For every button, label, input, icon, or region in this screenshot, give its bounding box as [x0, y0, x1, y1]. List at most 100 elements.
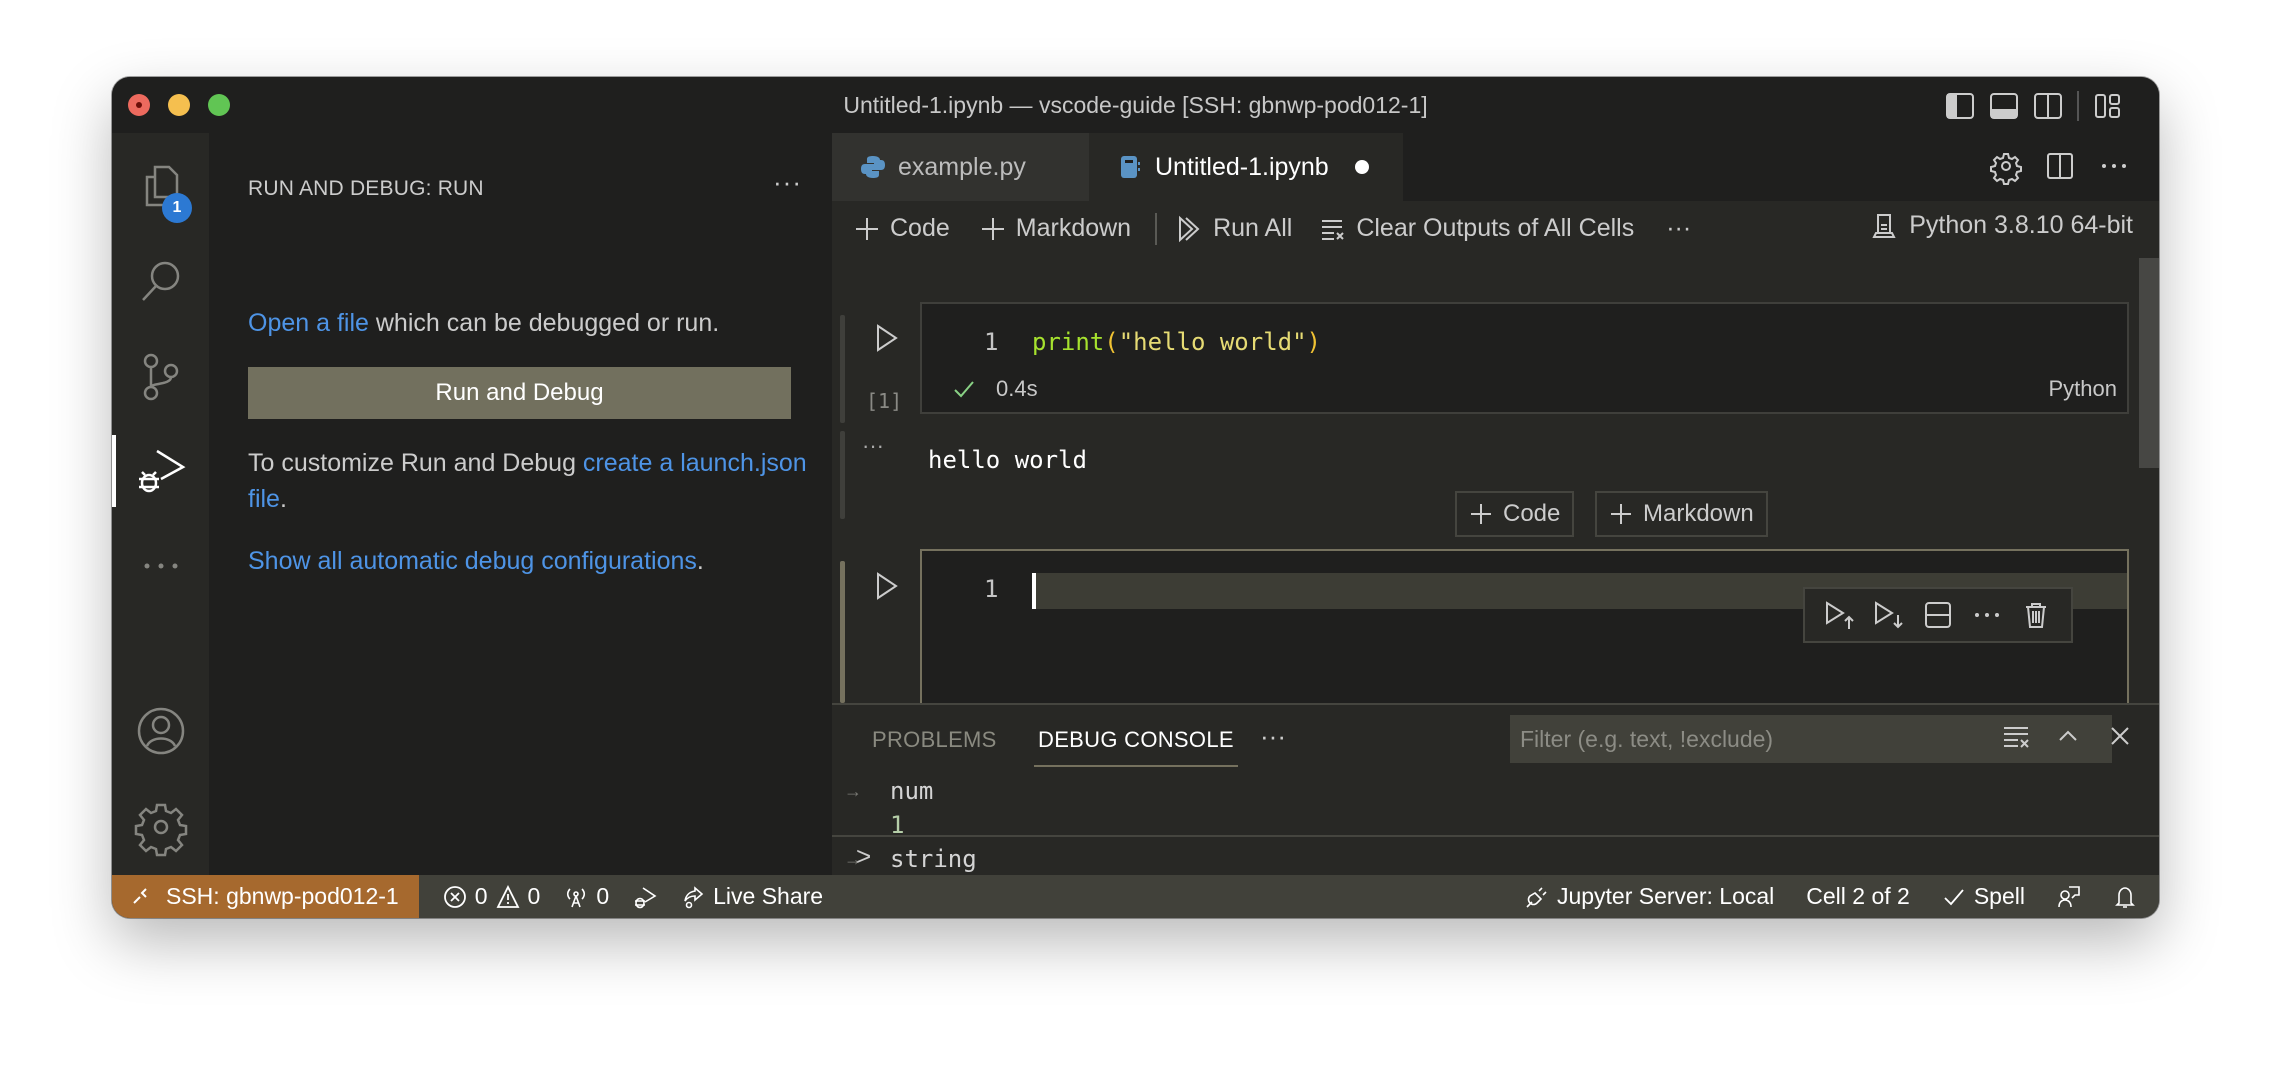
- execute-above-icon[interactable]: [1824, 599, 1856, 631]
- search-icon: [141, 261, 179, 301]
- sidebar-more-actions-button[interactable]: ···: [773, 167, 802, 198]
- editor-actions: [1990, 151, 2129, 185]
- kernel-picker[interactable]: Python 3.8.10 64-bit: [1871, 211, 2133, 240]
- activity-run-and-debug[interactable]: [112, 431, 209, 511]
- more-icon[interactable]: [1971, 599, 2003, 631]
- toggle-panel-icon[interactable]: [1989, 92, 2019, 120]
- jupyter-label: Jupyter Server: Local: [1556, 883, 1775, 909]
- open-file-link[interactable]: Open a file: [248, 309, 369, 337]
- run-cell-button[interactable]: [872, 571, 902, 601]
- customize-text: To customize Run and Debug: [248, 449, 583, 477]
- open-file-text: which can be debugged or run.: [368, 309, 720, 337]
- split-editor-icon[interactable]: [2045, 151, 2075, 181]
- clear-console-icon[interactable]: [2001, 721, 2031, 751]
- insert-code-cell-button[interactable]: Code: [1455, 491, 1575, 537]
- tab-untitled-ipynb[interactable]: Untitled-1.ipynb: [1089, 133, 1403, 201]
- code-cell-1[interactable]: 1 print("hello world") 0.4s Python: [920, 302, 2129, 414]
- toolbar-more-button[interactable]: ···: [1666, 214, 1691, 243]
- panel-more-button[interactable]: ···: [1260, 721, 1286, 752]
- activity-explorer[interactable]: 1: [112, 147, 209, 227]
- title-bar: Untitled-1.ipynb — vscode-guide [SSH: gb…: [112, 77, 2159, 133]
- add-code-cell-button[interactable]: Code: [854, 214, 950, 243]
- check-icon: [1944, 888, 1964, 905]
- remote-indicator[interactable]: SSH: gbnwp-pod012-1: [112, 875, 419, 918]
- split-cell-icon[interactable]: [1922, 599, 1954, 631]
- plug-icon: [1526, 886, 1547, 908]
- debug-status[interactable]: [633, 885, 657, 909]
- plus-icon: [856, 217, 878, 240]
- more-label: ···: [1666, 214, 1692, 242]
- output-focus-bar: [840, 431, 845, 519]
- ports-status[interactable]: 0: [564, 883, 609, 910]
- cell-position[interactable]: Cell 2 of 2: [1806, 883, 1910, 910]
- run-all-button[interactable]: Run All: [1177, 214, 1292, 243]
- clear-outputs-button[interactable]: Clear Outputs of All Cells: [1320, 214, 1634, 243]
- vscode-window: Untitled-1.ipynb — vscode-guide [SSH: gb…: [112, 77, 2159, 918]
- debug-icon: [138, 449, 185, 493]
- tab-example-py[interactable]: example.py: [832, 133, 1089, 201]
- open-file-paragraph: Open a file which can be debugged or run…: [248, 305, 808, 341]
- activity-manage[interactable]: [112, 787, 209, 867]
- cell-toolbar: [1803, 587, 2073, 643]
- editor-tabs: example.py Untitled-1.ipynb: [832, 133, 2159, 201]
- kernel-label: Python 3.8.10 64-bit: [1909, 211, 2133, 239]
- error-icon: [443, 885, 466, 908]
- gear-icon[interactable]: [1990, 151, 2022, 185]
- code-function: print: [1032, 328, 1105, 356]
- kernel-icon: [1872, 213, 1896, 238]
- python-icon: [861, 156, 885, 178]
- debug-run-icon: [635, 886, 657, 908]
- toggle-secondary-sidebar-icon[interactable]: [2033, 92, 2063, 120]
- customize-layout-icon[interactable]: [2093, 92, 2123, 120]
- code-paren: (: [1104, 328, 1119, 356]
- tab-label: Untitled-1.ipynb: [1155, 152, 1329, 181]
- console-input[interactable]: >: [832, 835, 2159, 875]
- notifications-button[interactable]: [2113, 885, 2137, 909]
- toggle-primary-sidebar-icon[interactable]: [1945, 92, 1975, 120]
- activity-source-control[interactable]: [112, 337, 209, 417]
- unsaved-indicator[interactable]: [1354, 160, 1369, 174]
- activity-accounts[interactable]: [112, 691, 209, 771]
- run-cell-button[interactable]: [872, 323, 902, 353]
- jupyter-server-status[interactable]: Jupyter Server: Local: [1525, 883, 1774, 910]
- notebook-scrollbar[interactable]: [2139, 258, 2159, 468]
- activity-more[interactable]: [112, 526, 209, 606]
- tab-label: example.py: [898, 152, 1026, 181]
- insert-code-label: Code: [1503, 500, 1561, 527]
- panel-actions: [2001, 721, 2135, 751]
- code-string: "hello world": [1118, 328, 1307, 356]
- clear-all-icon: [1322, 219, 1345, 240]
- execute-below-icon[interactable]: [1873, 599, 1905, 631]
- activity-search[interactable]: [112, 242, 209, 322]
- line-number: 1: [984, 575, 999, 603]
- add-code-label: Code: [890, 214, 950, 242]
- customize-paragraph: To customize Run and Debug create a laun…: [248, 445, 808, 517]
- tab-debug-console[interactable]: DEBUG CONSOLE: [1034, 727, 1238, 767]
- delete-icon[interactable]: [2020, 599, 2052, 631]
- input-arrow-icon: →: [844, 781, 862, 801]
- account-icon: [137, 707, 184, 755]
- maximize-panel-icon[interactable]: [2053, 721, 2083, 751]
- notebook-icon: [1121, 156, 1140, 178]
- run-and-debug-button[interactable]: Run and Debug: [248, 367, 791, 419]
- add-markdown-cell-button[interactable]: Markdown: [980, 214, 1131, 243]
- feedback-button[interactable]: [2057, 885, 2081, 909]
- show-all-paragraph: Show all automatic debug configurations.: [248, 543, 808, 579]
- more-actions-icon[interactable]: [2099, 151, 2129, 181]
- output-more-button[interactable]: ···: [862, 433, 884, 459]
- live-share-button[interactable]: Live Share: [681, 883, 823, 910]
- plus-icon: [1471, 504, 1491, 524]
- problems-status[interactable]: 0 0: [443, 883, 540, 910]
- cell-2-focus-bar: [840, 561, 845, 703]
- insert-markdown-label: Markdown: [1643, 500, 1754, 527]
- ports-count: 0: [596, 883, 610, 909]
- tab-problems[interactable]: PROBLEMS: [872, 727, 997, 753]
- close-panel-icon[interactable]: [2105, 721, 2135, 751]
- show-all-configurations-link[interactable]: Show all automatic debug configurations: [248, 547, 697, 575]
- status-bar-right: Jupyter Server: Local Cell 2 of 2 Spell: [1493, 883, 2159, 910]
- run-all-label: Run All: [1213, 214, 1293, 242]
- cell-language[interactable]: Python: [2049, 376, 2118, 402]
- insert-markdown-cell-button[interactable]: Markdown: [1595, 491, 1768, 537]
- spell-check-status[interactable]: Spell: [1942, 883, 2025, 910]
- explorer-badge: 1: [162, 193, 192, 223]
